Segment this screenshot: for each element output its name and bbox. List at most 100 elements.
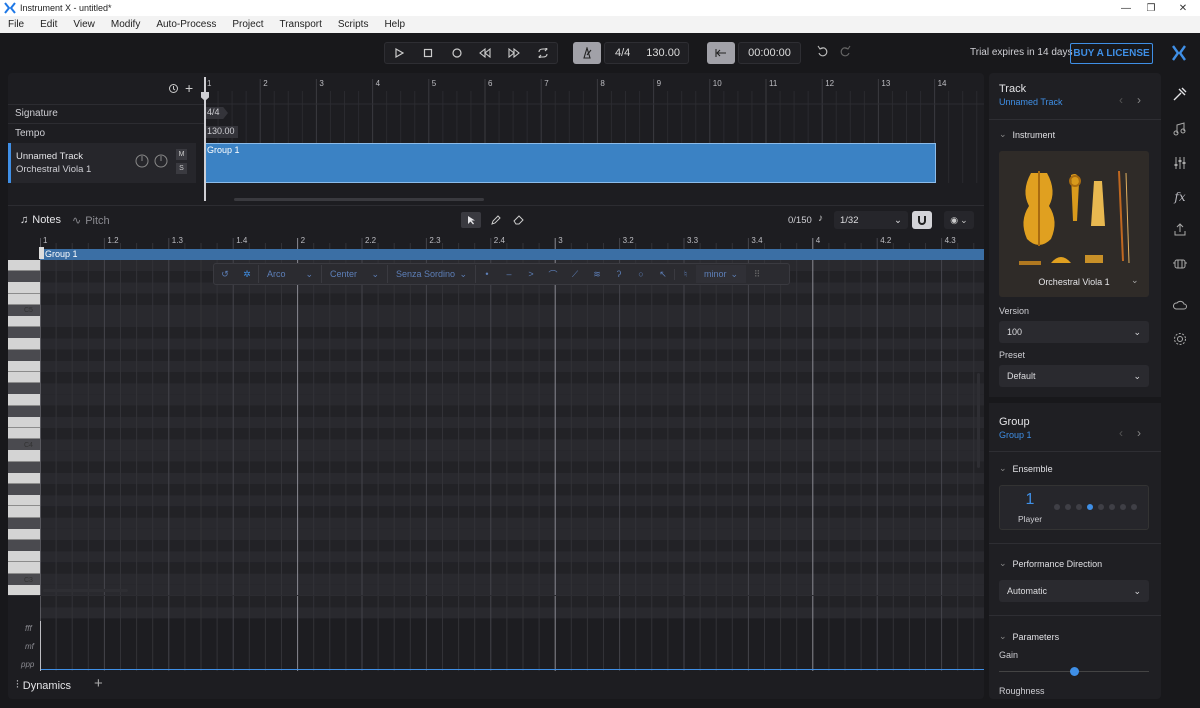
white-key[interactable] [8,584,40,595]
instrument-card[interactable]: Orchestral Viola 1 ⌄ [999,151,1149,297]
pencil-tool-icon[interactable] [486,212,506,228]
white-key[interactable] [8,551,40,563]
track-link[interactable]: Unnamed Track [999,97,1063,107]
white-key[interactable] [8,360,40,372]
tempo-marker[interactable]: 130.00 [204,126,238,138]
track-header[interactable]: Unnamed Track Orchestral Viola 1 M S [8,143,196,183]
tab-pitch[interactable]: ∿ Pitch [72,214,110,228]
close-button[interactable]: ✕ [1166,0,1200,16]
black-key[interactable] [8,461,40,473]
instrument-section[interactable]: ⌄ Instrument [999,129,1055,140]
chevron-down-icon[interactable]: ⌄ [1131,275,1139,286]
next-group-icon[interactable]: › [1137,426,1141,440]
white-key[interactable] [8,506,40,518]
glissando-icon[interactable]: ⟋ [564,269,586,280]
metronome-icon[interactable] [573,42,601,64]
piano-roll-grid[interactable] [40,233,984,671]
position-select[interactable]: Center ⌄ [322,265,388,283]
menu-project[interactable]: Project [232,19,263,30]
players-slider[interactable] [1054,504,1137,510]
white-key[interactable] [8,338,40,350]
add-lane-button[interactable]: + [94,675,103,692]
performance-select[interactable]: Automatic ⌄ [999,580,1149,602]
roll-vertical-scrollbar[interactable] [977,373,980,468]
eraser-tool-icon[interactable] [508,212,528,228]
ensemble-section[interactable]: ⌄ Ensemble [999,463,1053,474]
prev-track-icon[interactable]: ‹ [1119,93,1123,107]
snap-magnet-icon[interactable] [912,211,932,229]
scale-select[interactable]: minor ⌄ [696,265,746,283]
technique-select[interactable]: Arco ⌄ [258,265,322,283]
tab-notes[interactable]: ♫ Notes [20,214,61,226]
white-key[interactable] [8,495,40,507]
prev-group-icon[interactable]: ‹ [1119,426,1123,440]
bend-icon[interactable]: ↖ [652,269,674,280]
menu-scripts[interactable]: Scripts [338,19,369,30]
black-key[interactable] [8,484,40,496]
white-key[interactable] [8,260,40,272]
instrument-icon[interactable] [1171,85,1189,103]
pizzicato-icon[interactable]: ʔ [608,269,630,279]
white-key[interactable] [8,282,40,294]
harmonic-icon[interactable]: ○ [630,269,652,279]
pan-knob-icon[interactable] [153,153,169,172]
loop-icon[interactable] [528,42,557,64]
accent-icon[interactable]: > [520,269,542,279]
volume-knob-icon[interactable] [134,153,150,172]
stop-icon[interactable] [414,42,443,64]
return-icon[interactable] [707,42,735,64]
add-marker-icon[interactable] [168,83,179,97]
menu-file[interactable]: File [8,19,24,30]
mute-select[interactable]: Senza Sordino ⌄ [388,265,476,283]
add-track-button[interactable]: + [185,80,193,96]
black-key[interactable] [8,405,40,417]
export-icon[interactable] [1171,221,1189,239]
tab-dynamics[interactable]: ⫶ Dynamics [16,679,71,692]
redo-icon[interactable] [839,45,853,59]
black-key[interactable] [8,517,40,529]
next-track-icon[interactable]: › [1137,93,1141,107]
maximize-button[interactable]: ❐ [1134,0,1168,16]
tenuto-icon[interactable]: – [498,269,520,279]
white-key[interactable] [8,472,40,484]
menu-edit[interactable]: Edit [40,19,57,30]
notes-icon[interactable] [1171,120,1189,138]
drag-handle-icon[interactable]: ⠿ [746,269,768,280]
performance-section[interactable]: ⌄ Performance Direction [999,558,1102,569]
black-key[interactable] [8,540,40,552]
white-key[interactable] [8,450,40,462]
white-key[interactable] [8,428,40,440]
parameters-section[interactable]: ⌄ Parameters [999,631,1059,642]
white-key[interactable] [8,293,40,305]
mixer-icon[interactable] [1171,154,1189,172]
white-key[interactable] [8,528,40,540]
legato-icon[interactable]: ⌒ [542,268,564,281]
white-key[interactable] [8,416,40,428]
plugin-icon[interactable] [1171,255,1189,273]
mute-button[interactable]: M [176,149,187,160]
dynamics-curve[interactable] [40,669,984,670]
black-key[interactable] [8,271,40,283]
roll-scrollbar[interactable] [43,589,128,592]
visibility-toggle[interactable]: ◉ ⌄ [944,211,974,229]
tremolo-icon[interactable]: ≋ [586,269,608,280]
signature-marker[interactable]: 4/4 [204,107,228,119]
arrangement-scrollbar[interactable] [234,198,484,201]
select-tool-icon[interactable] [461,212,481,228]
white-key[interactable] [8,316,40,328]
scale-icon[interactable]: ♮ [674,268,696,280]
fx-icon[interactable]: fx [1171,188,1189,206]
arrangement-grid[interactable] [204,73,984,203]
group-link[interactable]: Group 1 [999,430,1032,440]
white-key[interactable] [8,394,40,406]
version-select[interactable]: 100 ⌄ [999,321,1149,343]
tempo-value[interactable]: 130.00 [646,47,680,59]
menu-view[interactable]: View [73,19,95,30]
solo-button[interactable]: S [176,163,187,174]
buy-license-button[interactable]: BUY A LICENSE [1070,43,1153,64]
cloud-icon[interactable] [1171,296,1189,314]
settings-icon[interactable] [1171,330,1189,348]
undo-icon[interactable] [817,45,831,59]
staccato-icon[interactable]: • [476,269,498,279]
grid-select[interactable]: 1/32 ⌄ [834,211,908,229]
